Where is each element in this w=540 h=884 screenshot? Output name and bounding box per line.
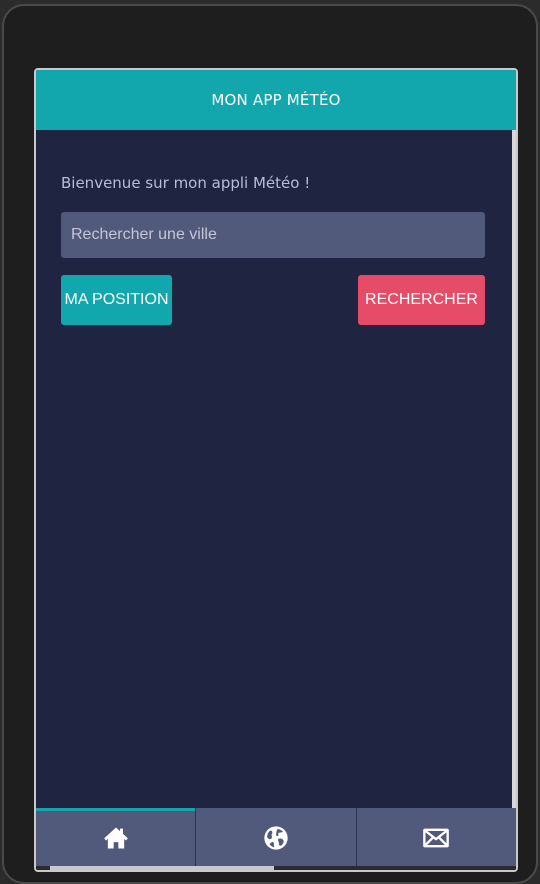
scrollbar-thumb[interactable] [50, 866, 274, 870]
bottom-tab-bar [36, 808, 516, 868]
search-input[interactable] [61, 212, 485, 258]
tab-globe[interactable] [195, 808, 355, 868]
my-position-button[interactable]: MA POSITION [61, 275, 172, 325]
tab-home[interactable] [36, 808, 196, 868]
app-title: MON APP MÉTÉO [211, 91, 341, 109]
app-screen: MON APP MÉTÉO Bienvenue sur mon appli Mé… [34, 68, 518, 872]
phone-frame: MON APP MÉTÉO Bienvenue sur mon appli Mé… [2, 4, 538, 884]
envelope-icon [423, 828, 450, 848]
horizontal-scrollbar[interactable] [36, 866, 516, 870]
search-button[interactable]: RECHERCHER [358, 275, 485, 325]
home-icon [103, 827, 128, 849]
scrollbar[interactable] [512, 130, 516, 810]
globe-icon [264, 826, 288, 850]
app-header: MON APP MÉTÉO [36, 70, 516, 130]
welcome-text: Bienvenue sur mon appli Météo ! [61, 174, 311, 192]
tab-mail[interactable] [355, 808, 516, 868]
